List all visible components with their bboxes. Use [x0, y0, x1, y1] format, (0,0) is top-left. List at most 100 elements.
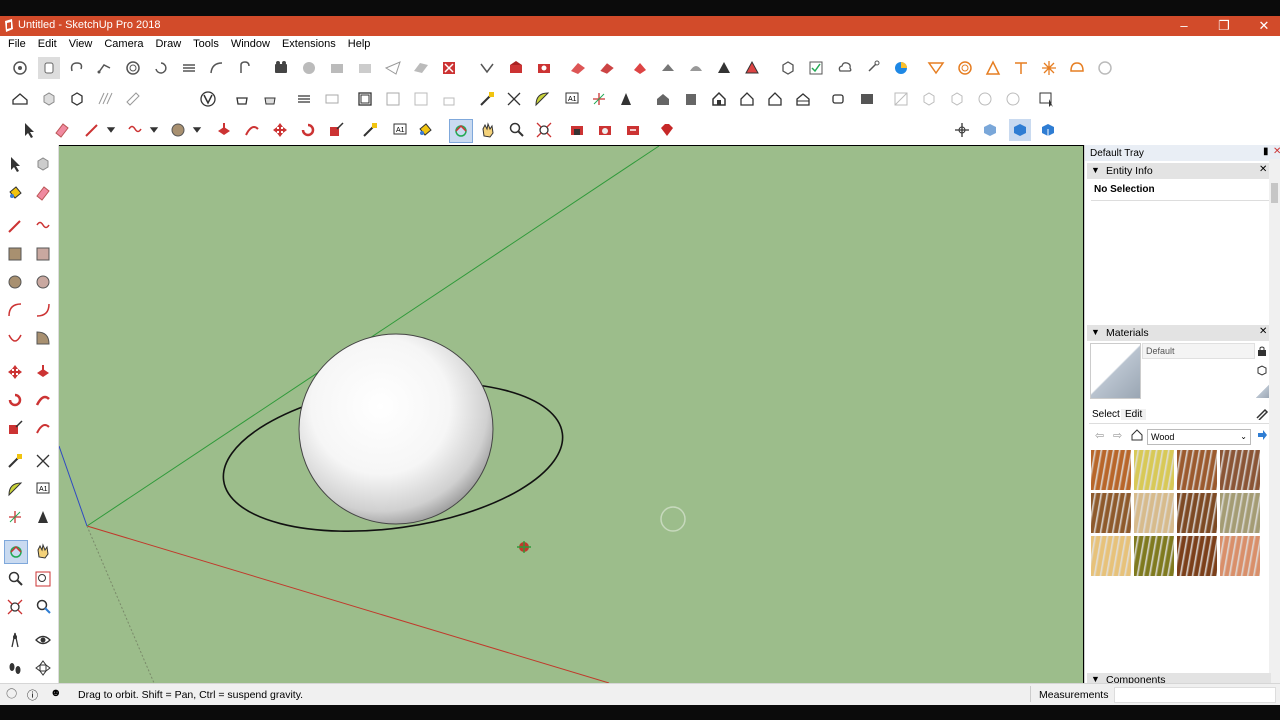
solid-trim-icon[interactable]: [1010, 57, 1032, 79]
make-component-icon[interactable]: [32, 153, 54, 175]
axes-tool-icon[interactable]: [588, 88, 610, 110]
solid-inspector-icon[interactable]: [1094, 57, 1116, 79]
model-viewport[interactable]: [59, 146, 1083, 683]
info-icon[interactable]: ⓘ: [27, 687, 38, 703]
paint-bucket-icon[interactable]: [414, 119, 436, 141]
house-side-icon[interactable]: [680, 88, 702, 110]
3d-text-side-icon[interactable]: [32, 506, 54, 528]
menu-help[interactable]: Help: [344, 36, 375, 50]
details-arrow-icon[interactable]: [1256, 429, 1268, 441]
tray-close-icon[interactable]: ✕: [1273, 146, 1280, 157]
material-name-field[interactable]: Default: [1142, 343, 1255, 359]
walk-footprints-icon[interactable]: [4, 657, 26, 679]
tab-edit[interactable]: Edit: [1121, 409, 1147, 420]
warehouse-house-icon[interactable]: [9, 88, 31, 110]
xray-faded-icon[interactable]: [890, 88, 912, 110]
solid-union-icon[interactable]: [925, 57, 947, 79]
terrain-icon[interactable]: [741, 57, 763, 79]
paint-bucket-side-icon[interactable]: [4, 182, 26, 204]
scale-icon[interactable]: [325, 119, 347, 141]
sphere[interactable]: [298, 333, 494, 525]
scale-side-icon[interactable]: [4, 417, 26, 439]
dimension-side-icon[interactable]: [32, 450, 54, 472]
follow-me-icon[interactable]: [241, 119, 263, 141]
material-swatch[interactable]: [1220, 493, 1260, 533]
solid-intersect-icon[interactable]: [954, 57, 976, 79]
window-frame-icon[interactable]: [354, 88, 376, 110]
pan-side-icon[interactable]: [32, 540, 54, 562]
outer-shell-icon[interactable]: [1066, 57, 1088, 79]
material-swatch[interactable]: [1134, 536, 1174, 576]
orbit-circle-icon[interactable]: [9, 57, 31, 79]
freehand-side-icon[interactable]: [32, 215, 54, 237]
move-icon[interactable]: [269, 119, 291, 141]
position-camera-side-icon[interactable]: [4, 629, 26, 651]
menu-draw[interactable]: Draw: [151, 36, 185, 50]
teapot-icon[interactable]: [231, 88, 253, 110]
dimension-icon[interactable]: [503, 88, 525, 110]
get-models-icon[interactable]: [594, 119, 616, 141]
protractor-icon[interactable]: [531, 88, 553, 110]
lasso-icon[interactable]: [66, 57, 88, 79]
arc-side-icon[interactable]: [4, 299, 26, 321]
menu-file[interactable]: File: [4, 36, 30, 50]
reverse-icon[interactable]: [476, 57, 498, 79]
iso-box-icon[interactable]: [38, 88, 60, 110]
menu-tools[interactable]: Tools: [189, 36, 223, 50]
materials-close-icon[interactable]: ✕: [1259, 326, 1267, 337]
material-swatch[interactable]: [1220, 536, 1260, 576]
house-right-icon[interactable]: [736, 88, 758, 110]
pie-side-icon[interactable]: [32, 327, 54, 349]
rotated-rect-side-icon[interactable]: [32, 243, 54, 265]
cube-faded-1-icon[interactable]: [918, 88, 940, 110]
previous-view-side-icon[interactable]: [32, 596, 54, 618]
create-material-icon[interactable]: [1256, 364, 1268, 376]
warehouse-red-icon[interactable]: [505, 57, 527, 79]
material-swatch[interactable]: [1177, 493, 1217, 533]
section-plane-icon[interactable]: [410, 57, 432, 79]
film-faded-2-icon[interactable]: [354, 57, 376, 79]
3d-text-icon[interactable]: [615, 88, 637, 110]
entity-info-header[interactable]: ▼ Entity Info ✕: [1087, 163, 1271, 179]
solid-split-icon[interactable]: [1038, 57, 1060, 79]
minimize-button[interactable]: –: [1164, 16, 1204, 36]
section-plane-side-icon[interactable]: [32, 657, 54, 679]
push-pull-icon[interactable]: [213, 119, 235, 141]
material-preview-swatch[interactable]: [1090, 343, 1141, 399]
zoom-extents-icon[interactable]: [533, 119, 555, 141]
sandbox-smoove-icon[interactable]: [567, 57, 589, 79]
film-camera-icon[interactable]: [270, 57, 292, 79]
3pt-arc-side-icon[interactable]: [4, 327, 26, 349]
select-tool-icon[interactable]: [4, 153, 26, 175]
eraser-side-icon[interactable]: [32, 182, 54, 204]
components-header[interactable]: ▼ Components: [1087, 673, 1271, 683]
teapot-trash-icon[interactable]: [259, 88, 281, 110]
style-faded-icon[interactable]: [122, 88, 144, 110]
line-side-icon[interactable]: [4, 215, 26, 237]
back-arrow-icon[interactable]: ⇦: [1095, 429, 1104, 442]
material-swatch[interactable]: [1177, 536, 1217, 576]
lock-faded-icon[interactable]: [438, 88, 460, 110]
tray-pin-icon[interactable]: ▮: [1263, 146, 1269, 157]
material-swatch[interactable]: [1134, 450, 1174, 490]
home-icon[interactable]: [1131, 429, 1143, 441]
axes-side-icon[interactable]: [4, 506, 26, 528]
sphere-faded-1-icon[interactable]: [974, 88, 996, 110]
rotate-arrow-icon[interactable]: [150, 57, 172, 79]
sphere-faded-2-icon[interactable]: [1002, 88, 1024, 110]
move-side-icon[interactable]: [4, 361, 26, 383]
zoom-window-side-icon[interactable]: [32, 568, 54, 590]
orbit-tool-icon[interactable]: [449, 119, 473, 143]
rectangle-side-icon[interactable]: [4, 243, 26, 265]
forward-arrow-icon[interactable]: ⇨: [1113, 429, 1122, 442]
push-pull-side-icon[interactable]: [32, 361, 54, 383]
material-swatch[interactable]: [1091, 493, 1131, 533]
film-faded-icon[interactable]: [326, 57, 348, 79]
follow-me-side-icon[interactable]: [32, 389, 54, 411]
measurements-input[interactable]: [1114, 687, 1276, 703]
freehand-icon[interactable]: [124, 119, 146, 141]
display-secondary-icon[interactable]: [1256, 345, 1268, 357]
rotate-icon[interactable]: [297, 119, 319, 141]
line-pencil-icon[interactable]: [81, 119, 103, 141]
restore-button[interactable]: ❐: [1204, 16, 1244, 36]
